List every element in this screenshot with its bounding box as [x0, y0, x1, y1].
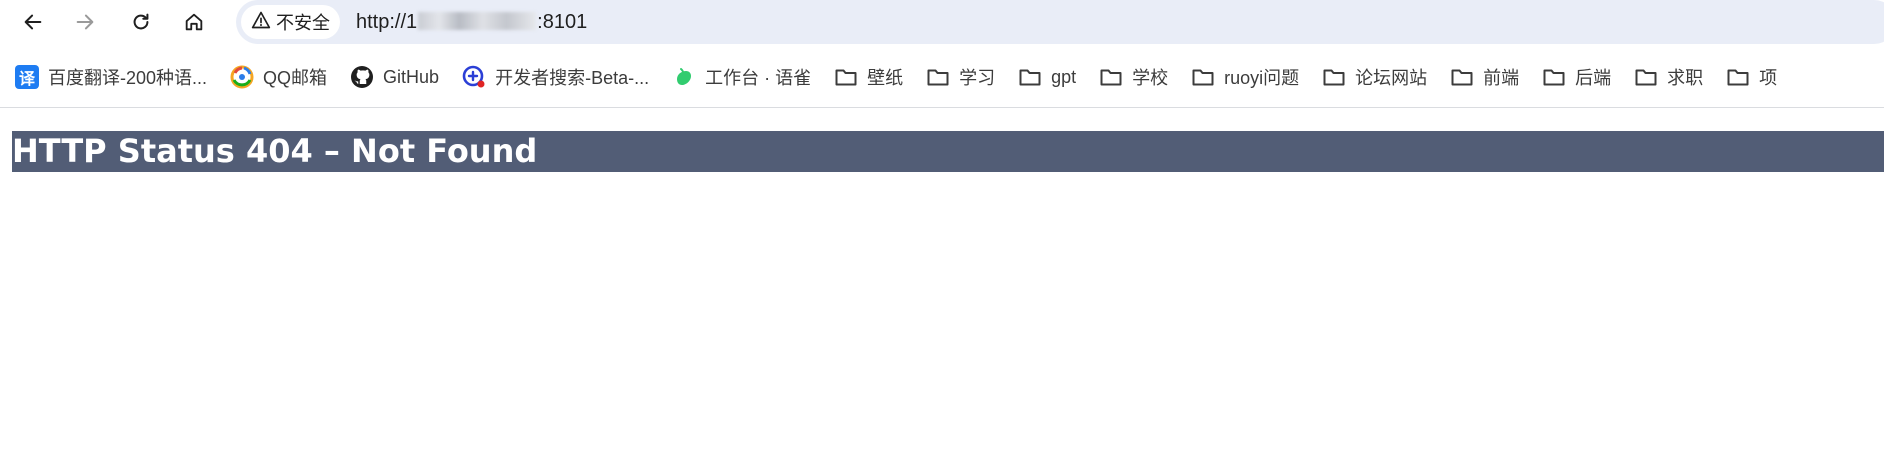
- bookmark-folder-wallpaper[interactable]: 壁纸: [833, 64, 903, 90]
- bookmark-label: 后端: [1575, 68, 1612, 88]
- bookmark-folder-gpt[interactable]: gpt: [1017, 64, 1076, 90]
- bookmark-folder-study[interactable]: 学习: [925, 64, 995, 90]
- bookmark-label: GitHub: [383, 66, 440, 87]
- folder-icon: [1725, 64, 1751, 90]
- folder-icon: [1098, 64, 1124, 90]
- bookmark-label: QQ邮箱: [263, 68, 328, 88]
- back-button[interactable]: [13, 2, 53, 42]
- bookmark-folder-frontend[interactable]: 前端: [1449, 64, 1519, 90]
- page-content: HTTP Status 404 – Not Found: [0, 108, 1884, 449]
- bookmark-folder-jobs[interactable]: 求职: [1633, 64, 1703, 90]
- url-text[interactable]: http://1 :8101: [356, 0, 587, 44]
- bookmark-label: 项: [1759, 68, 1778, 88]
- qq-mail-icon: [229, 64, 255, 90]
- site-security-chip[interactable]: 不安全: [241, 5, 340, 39]
- folder-icon: [1321, 64, 1347, 90]
- url-prefix: http://1: [356, 11, 418, 33]
- error-heading: HTTP Status 404 – Not Found: [12, 131, 1884, 172]
- bookmark-folder-projects[interactable]: 项: [1725, 64, 1777, 90]
- folder-icon: [1449, 64, 1475, 90]
- bookmark-label: 学校: [1132, 68, 1169, 88]
- folder-icon: [833, 64, 859, 90]
- bookmark-folder-ruoyi[interactable]: ruoyi问题: [1190, 64, 1299, 90]
- arrow-left-icon: [22, 11, 44, 33]
- bookmark-label: 前端: [1483, 68, 1520, 88]
- bookmark-dev-search[interactable]: 开发者搜索-Beta-...: [461, 64, 649, 90]
- url-suffix: :8101: [537, 11, 588, 33]
- github-icon: [349, 64, 375, 90]
- folder-icon: [1017, 64, 1043, 90]
- bookmark-label: 壁纸: [867, 68, 904, 88]
- bookmark-folder-school[interactable]: 学校: [1098, 64, 1168, 90]
- bookmark-label: gpt: [1051, 66, 1077, 87]
- home-icon: [183, 11, 205, 33]
- bookmark-github[interactable]: GitHub: [349, 64, 439, 90]
- bookmark-label: 百度翻译-200种语...: [48, 68, 208, 88]
- browser-toolbar: 不安全 http://1 :8101: [0, 0, 1884, 44]
- bookmarks-bar: 译 百度翻译-200种语... QQ邮箱 GitHub 开发者搜索-Beta-.…: [0, 58, 1884, 96]
- yuque-icon: [671, 64, 697, 90]
- bookmark-qq-mail[interactable]: QQ邮箱: [229, 64, 327, 90]
- security-label: 不安全: [276, 13, 330, 33]
- bookmark-label: 论坛网站: [1355, 68, 1428, 88]
- address-bar[interactable]: 不安全 http://1 :8101: [236, 0, 1884, 44]
- bookmark-label: ruoyi问题: [1224, 68, 1300, 88]
- bookmark-folder-forums[interactable]: 论坛网站: [1321, 64, 1427, 90]
- folder-icon: [925, 64, 951, 90]
- bookmark-yuque[interactable]: 工作台 · 语雀: [671, 64, 811, 90]
- reload-button[interactable]: [121, 2, 161, 42]
- folder-icon: [1541, 64, 1567, 90]
- url-redacted-host: [418, 12, 537, 30]
- bookmark-label: 求职: [1667, 68, 1704, 88]
- folder-icon: [1190, 64, 1216, 90]
- bookmark-folder-backend[interactable]: 后端: [1541, 64, 1611, 90]
- home-button[interactable]: [174, 2, 214, 42]
- bookmark-label: 开发者搜索-Beta-...: [495, 68, 650, 88]
- reload-icon: [130, 11, 152, 33]
- warning-triangle-icon: [251, 10, 271, 35]
- forward-button[interactable]: [65, 2, 105, 42]
- bookmark-label: 学习: [959, 68, 996, 88]
- folder-icon: [1633, 64, 1659, 90]
- bookmark-label: 工作台 · 语雀: [705, 68, 812, 88]
- translate-icon: 译: [14, 64, 40, 90]
- dev-search-icon: [461, 64, 487, 90]
- arrow-right-icon: [74, 11, 96, 33]
- bookmark-baidu-translate[interactable]: 译 百度翻译-200种语...: [14, 64, 207, 90]
